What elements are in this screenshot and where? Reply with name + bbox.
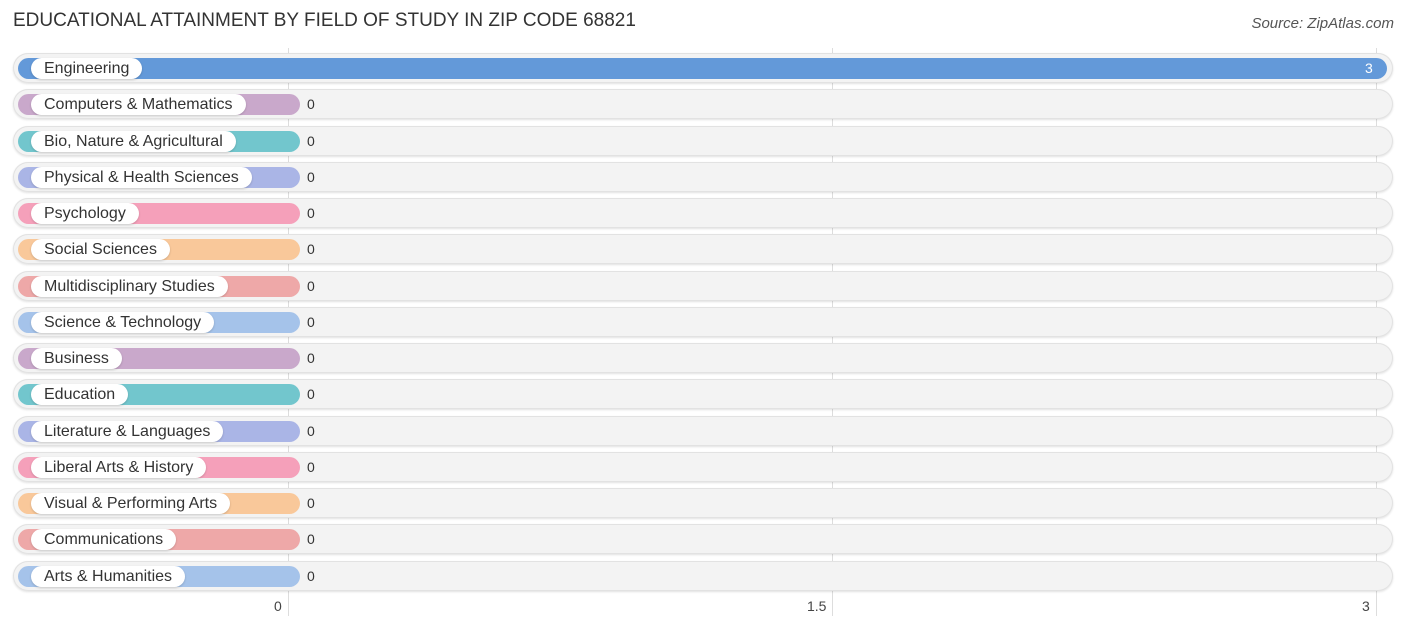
category-label: Psychology (31, 203, 139, 224)
value-label: 0 (307, 241, 315, 257)
value-label: 0 (307, 205, 315, 221)
value-label: 0 (307, 96, 315, 112)
value-label: 3 (1365, 60, 1373, 76)
category-label: Business (31, 348, 122, 369)
category-label: Education (31, 384, 129, 405)
value-label: 0 (307, 568, 315, 584)
value-label: 0 (307, 459, 315, 475)
category-label: Science & Technology (31, 312, 215, 333)
category-label: Computers & Mathematics (31, 94, 246, 115)
value-label: 0 (307, 169, 315, 185)
value-label: 0 (307, 314, 315, 330)
value-label: 0 (307, 386, 315, 402)
x-tick-label: 3 (1362, 598, 1370, 614)
bar[interactable] (18, 58, 1387, 79)
category-label: Physical & Health Sciences (31, 167, 252, 188)
value-label: 0 (307, 495, 315, 511)
value-label: 0 (307, 133, 315, 149)
category-label: Multidisciplinary Studies (31, 276, 228, 297)
value-label: 0 (307, 278, 315, 294)
category-label: Engineering (31, 58, 143, 79)
category-label: Literature & Languages (31, 421, 224, 442)
x-tick-label: 1.5 (807, 598, 827, 614)
category-label: Visual & Performing Arts (31, 493, 231, 514)
value-label: 0 (307, 350, 315, 366)
category-label: Liberal Arts & History (31, 457, 207, 478)
category-label: Arts & Humanities (31, 566, 186, 587)
bar-chart: Engineering 3 Computers & Mathematics 0 Bio,… (0, 0, 1406, 631)
category-label: Communications (31, 529, 177, 550)
category-label: Bio, Nature & Agricultural (31, 131, 236, 152)
category-label: Social Sciences (31, 239, 170, 260)
x-tick-label: 0 (274, 598, 282, 614)
value-label: 0 (307, 531, 315, 547)
value-label: 0 (307, 423, 315, 439)
